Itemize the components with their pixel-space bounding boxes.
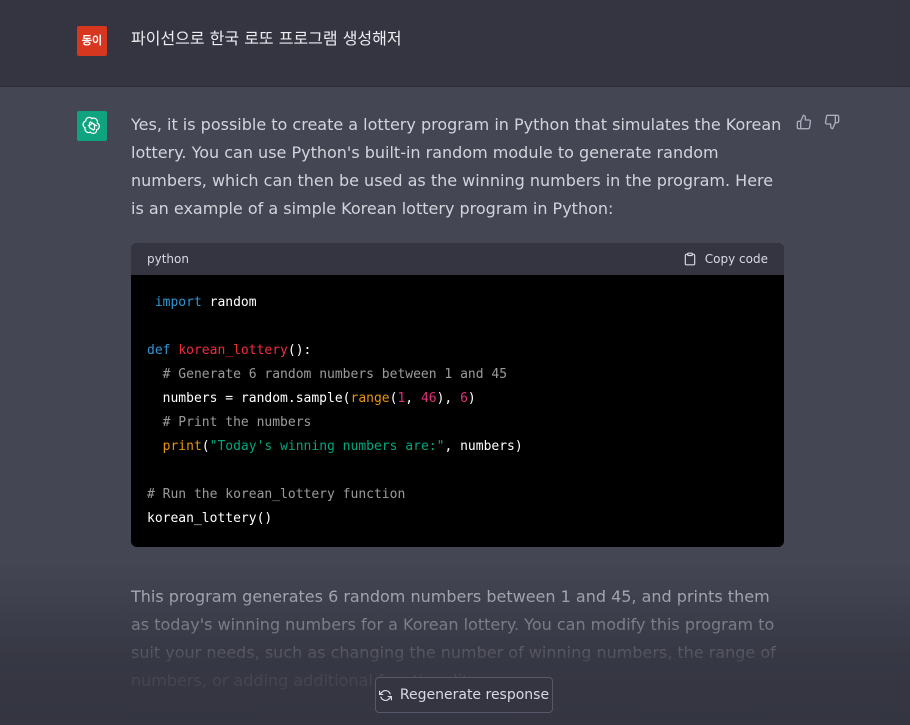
thumbs-up-icon[interactable]	[795, 113, 813, 131]
regenerate-response-label: Regenerate response	[399, 687, 550, 703]
copy-code-label: Copy code	[704, 252, 768, 266]
assistant-paragraph-intro: Yes, it is possible to create a lottery …	[131, 115, 782, 218]
copy-code-button[interactable]: Copy code	[683, 251, 768, 267]
code-line: korean_lottery()	[147, 511, 273, 526]
code-language-label: python	[147, 252, 189, 266]
code-block-header: python Copy code	[131, 243, 784, 275]
code-token-import: import	[154, 295, 202, 310]
chatgpt-logo-icon	[77, 111, 107, 141]
code-line: # Generate 6 random numbers between 1 an…	[162, 367, 508, 382]
regenerate-response-button[interactable]: Regenerate response	[375, 677, 553, 713]
code-body: import random def korean_lottery(): # Ge…	[131, 275, 784, 547]
user-message-row: 동이 파이선으로 한국 로또 프로그램 생성해저	[0, 0, 910, 87]
code-block: python Copy code import random def korea…	[131, 243, 784, 547]
refresh-icon	[378, 689, 392, 701]
code-line: # Run the korean_lottery function	[147, 487, 406, 502]
code-line: numbers = random.sample(range(1, 46), 6)	[147, 391, 476, 406]
code-line: def korean_lottery():	[147, 343, 312, 358]
assistant-message-row: Yes, it is possible to create a lottery …	[0, 87, 910, 725]
code-line: import random	[154, 295, 257, 310]
clipboard-icon	[684, 252, 696, 266]
user-message-text: 파이선으로 한국 로또 프로그램 생성해저	[131, 29, 402, 48]
user-avatar: 동이	[77, 26, 107, 56]
code-line: # Print the numbers	[162, 415, 312, 430]
code-line: print("Today's winning numbers are:", nu…	[162, 439, 523, 454]
thumbs-down-icon[interactable]	[823, 113, 841, 131]
